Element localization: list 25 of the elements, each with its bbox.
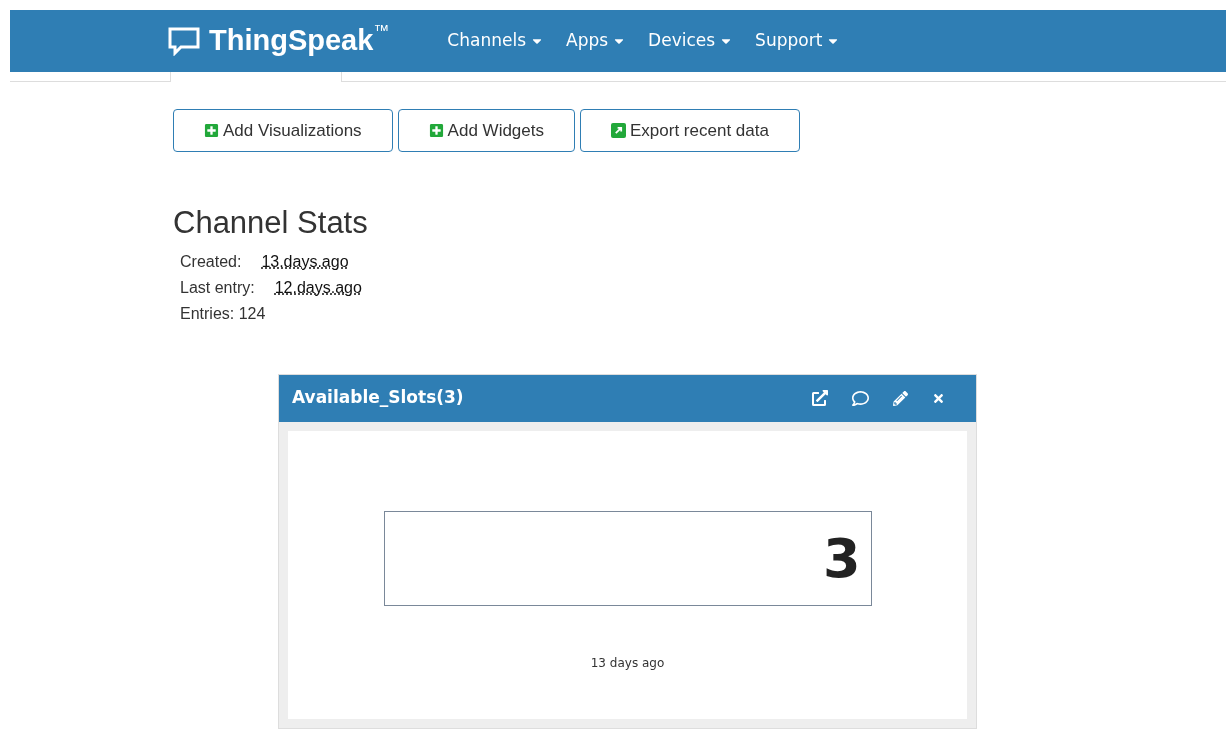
- nav-menu[interactable]: Apps: [566, 28, 627, 54]
- plus-icon: [204, 123, 219, 138]
- action-button[interactable]: Add Visualizations: [173, 109, 393, 152]
- close-icon[interactable]: [932, 391, 945, 405]
- nav-menu[interactable]: Channels: [447, 28, 544, 54]
- comment-icon[interactable]: [852, 389, 869, 407]
- chat-bubble-icon: [167, 26, 201, 56]
- action-button[interactable]: Add Widgets: [397, 109, 575, 152]
- plus-icon: [428, 123, 444, 138]
- stat-label: Created:: [180, 251, 242, 272]
- nav-menu[interactable]: Support: [755, 28, 841, 54]
- brand-logo[interactable]: ThingSpeak™: [209, 19, 390, 63]
- stat-label: Entries: 124: [180, 303, 266, 324]
- stat-time: 12.days.ago: [274, 277, 362, 298]
- pencil-icon[interactable]: [893, 390, 908, 406]
- action-button[interactable]: Export recent data: [580, 109, 800, 152]
- stat-label: Last entry:: [180, 277, 255, 298]
- stat-time: 13.days.ago: [261, 251, 349, 272]
- nav-menu[interactable]: Devices: [648, 28, 734, 54]
- display-value: 3: [822, 525, 861, 592]
- widget-title: Available_Slots(3): [292, 386, 465, 410]
- export-icon: [611, 123, 626, 138]
- updated-time: 13 days ago: [590, 654, 665, 672]
- external-link-icon[interactable]: [812, 390, 828, 406]
- section-title: Channel Stats: [173, 204, 369, 242]
